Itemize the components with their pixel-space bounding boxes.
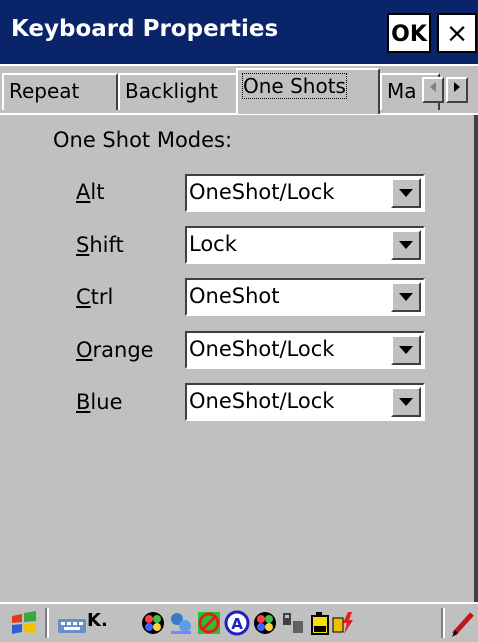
- tab-label: One Shots: [242, 73, 347, 99]
- dropdown-arrow-icon[interactable]: [391, 230, 421, 260]
- tab-repeat[interactable]: Repeat: [2, 73, 118, 110]
- power-icon[interactable]: [330, 610, 354, 634]
- network-icon[interactable]: [252, 610, 276, 634]
- shift-value: Lock: [189, 232, 237, 256]
- dropdown-arrow-icon[interactable]: [391, 335, 421, 365]
- blue-label: Blue: [76, 390, 123, 414]
- keyboard-icon[interactable]: K.: [57, 610, 113, 634]
- ok-button[interactable]: OK: [387, 13, 431, 53]
- shift-label: Shift: [76, 233, 124, 257]
- alt-value: OneShot/Lock: [189, 180, 335, 204]
- shift-dropdown[interactable]: Lock: [185, 226, 425, 264]
- alt-dropdown[interactable]: OneShot/Lock: [185, 174, 425, 212]
- alt-label-text: lt: [90, 180, 105, 204]
- network-icon[interactable]: [140, 610, 164, 634]
- font-a-icon[interactable]: A: [224, 610, 250, 636]
- no-signal-icon[interactable]: [196, 610, 220, 634]
- keyboard-label: K.: [87, 610, 108, 631]
- blue-access-key: B: [76, 390, 91, 414]
- ctrl-value: OneShot: [189, 284, 280, 308]
- dropdown-arrow-icon[interactable]: [391, 178, 421, 208]
- ctrl-access-key: C: [76, 285, 91, 309]
- orange-dropdown[interactable]: OneShot/Lock: [185, 331, 425, 369]
- blue-label-text: lue: [90, 390, 123, 414]
- panel-edge: [474, 115, 478, 602]
- shift-access-key: S: [76, 233, 90, 257]
- dropdown-arrow-icon[interactable]: [391, 387, 421, 417]
- tab-backlight[interactable]: Backlight: [118, 73, 238, 110]
- window-title: Keyboard Properties: [11, 16, 279, 42]
- close-button[interactable]: ×: [437, 13, 477, 53]
- ctrl-dropdown[interactable]: OneShot: [185, 278, 425, 316]
- connection-icon[interactable]: [168, 610, 192, 634]
- orange-label: Orange: [76, 338, 154, 362]
- start-flag-icon[interactable]: [10, 610, 36, 634]
- shift-label-text: hift: [89, 233, 124, 257]
- alt-label: Alt: [76, 180, 104, 204]
- group-label: One Shot Modes:: [53, 128, 233, 152]
- tab-bar: Repeat Backlight One Shots Ma: [0, 66, 478, 114]
- tab-label: Repeat: [9, 79, 80, 103]
- ctrl-label: Ctrl: [76, 285, 113, 309]
- alt-access-key: A: [76, 180, 91, 204]
- blue-value: OneShot/Lock: [189, 389, 335, 413]
- taskbar: K. A: [0, 602, 478, 642]
- tab-label: Backlight: [125, 79, 218, 103]
- battery-icon[interactable]: [308, 610, 332, 635]
- chevron-right-icon[interactable]: [446, 77, 468, 103]
- svg-text:A: A: [231, 615, 243, 633]
- device-icon[interactable]: [280, 610, 304, 634]
- ctrl-label-text: trl: [90, 285, 114, 309]
- chevron-left-icon[interactable]: [422, 77, 444, 103]
- tab-one-shots[interactable]: One Shots: [236, 68, 380, 114]
- pen-icon[interactable]: [450, 610, 474, 637]
- orange-label-text: range: [92, 338, 154, 362]
- title-bar: Keyboard Properties OK ×: [0, 0, 478, 66]
- orange-access-key: O: [76, 338, 93, 362]
- orange-value: OneShot/Lock: [189, 337, 335, 361]
- taskbar-separator: [441, 608, 445, 638]
- taskbar-separator: [45, 608, 49, 638]
- dropdown-arrow-icon[interactable]: [391, 282, 421, 312]
- tab-label: Ma: [387, 79, 417, 103]
- blue-dropdown[interactable]: OneShot/Lock: [185, 383, 425, 421]
